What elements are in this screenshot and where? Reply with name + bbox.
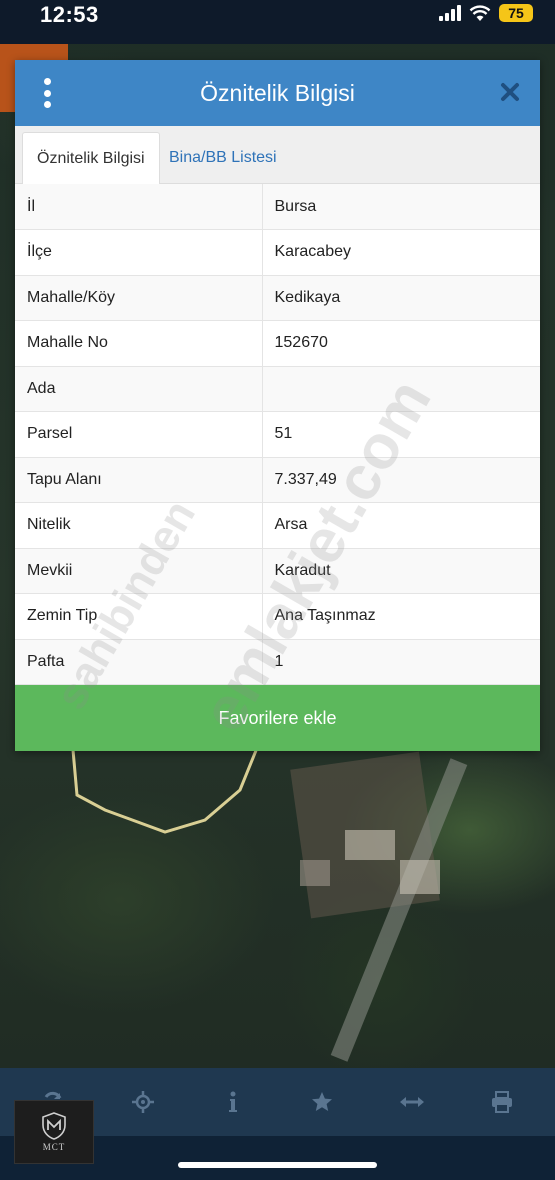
table-row: Mahalle/Köy Kedikaya [15, 275, 540, 321]
attribute-label: Nitelik [15, 502, 263, 549]
table-row: Tapu Alanı 7.337,49 [15, 457, 540, 503]
table-row: Ada [15, 366, 540, 412]
attribute-value: 7.337,49 [262, 457, 540, 503]
shield-logo-icon [42, 1112, 66, 1140]
attribute-label: Tapu Alanı [15, 457, 263, 503]
table-row: İlçe Karacabey [15, 229, 540, 276]
attribute-value: Ana Taşınmaz [262, 593, 540, 640]
star-icon [312, 1092, 333, 1111]
tab-attribute-info[interactable]: Öznitelik Bilgisi [22, 132, 160, 184]
attribute-label: Mahalle No [15, 320, 263, 367]
dot-icon [43, 89, 51, 97]
attribute-panel: Öznitelik Bilgisi Öznitelik Bilgisi Bina… [15, 60, 540, 751]
attribute-value: Karacabey [262, 229, 540, 276]
map-building [345, 830, 395, 860]
table-row: Nitelik Arsa [15, 502, 540, 549]
attribute-value [262, 366, 540, 412]
attribute-label: Mevkii [15, 548, 263, 594]
attribute-label: Parsel [15, 411, 263, 458]
attribute-value: 51 [262, 411, 540, 458]
logo-text: MCT [42, 1142, 66, 1152]
signal-icon [439, 5, 461, 21]
add-favorite-button[interactable]: Favorilere ekle [15, 685, 540, 751]
attribute-label: Pafta [15, 639, 263, 685]
attribute-label: İlçe [15, 229, 263, 276]
table-row: Pafta 1 [15, 639, 540, 685]
mct-logo: MCT [14, 1100, 94, 1164]
panel-header: Öznitelik Bilgisi [15, 60, 540, 126]
tab-building-list[interactable]: Bina/BB Listesi [155, 132, 291, 184]
panel-title: Öznitelik Bilgisi [200, 79, 355, 106]
tabs-bar: Öznitelik Bilgisi Bina/BB Listesi [15, 126, 540, 184]
attribute-value: 152670 [262, 320, 540, 367]
locate-button[interactable] [123, 1082, 163, 1122]
dot-icon [43, 101, 51, 108]
print-icon [492, 1091, 513, 1113]
attribute-label: İl [15, 184, 263, 230]
info-icon [228, 1091, 237, 1112]
home-indicator[interactable] [178, 1162, 377, 1168]
close-icon[interactable] [496, 78, 524, 106]
attribute-value: 1 [262, 639, 540, 685]
attribute-value: Karadut [262, 548, 540, 594]
print-button[interactable] [482, 1082, 522, 1122]
map-building [400, 860, 440, 894]
table-row: Mahalle No 152670 [15, 320, 540, 367]
attribute-value: Arsa [262, 502, 540, 549]
measure-icon [400, 1097, 425, 1107]
table-row: Mevkii Karadut [15, 548, 540, 594]
status-icons: 75 [439, 4, 533, 22]
table-row: Parsel 51 [15, 411, 540, 458]
status-time: 12:53 [40, 2, 99, 27]
info-button[interactable] [213, 1082, 253, 1122]
attribute-label: Zemin Tip [15, 593, 263, 640]
dot-icon [43, 78, 51, 85]
table-row: İl Bursa [15, 184, 540, 230]
favorites-button[interactable] [302, 1082, 342, 1122]
attribute-value: Bursa [262, 184, 540, 230]
more-options-button[interactable] [37, 78, 57, 108]
locate-icon [131, 1091, 154, 1113]
attribute-label: Ada [15, 366, 263, 412]
table-row: Zemin Tip Ana Taşınmaz [15, 593, 540, 640]
wifi-icon [469, 5, 491, 21]
attribute-table: İl Bursa İlçe Karacabey Mahalle/Köy Kedikaya M… [15, 184, 540, 685]
status-bar: 12:53 75 [0, 0, 555, 44]
attribute-label: Mahalle/Köy [15, 275, 263, 321]
parcel-outline [71, 747, 259, 834]
measure-button[interactable] [392, 1082, 432, 1122]
attribute-value: Kedikaya [262, 275, 540, 321]
map-building [300, 860, 330, 886]
battery-icon: 75 [499, 4, 533, 22]
